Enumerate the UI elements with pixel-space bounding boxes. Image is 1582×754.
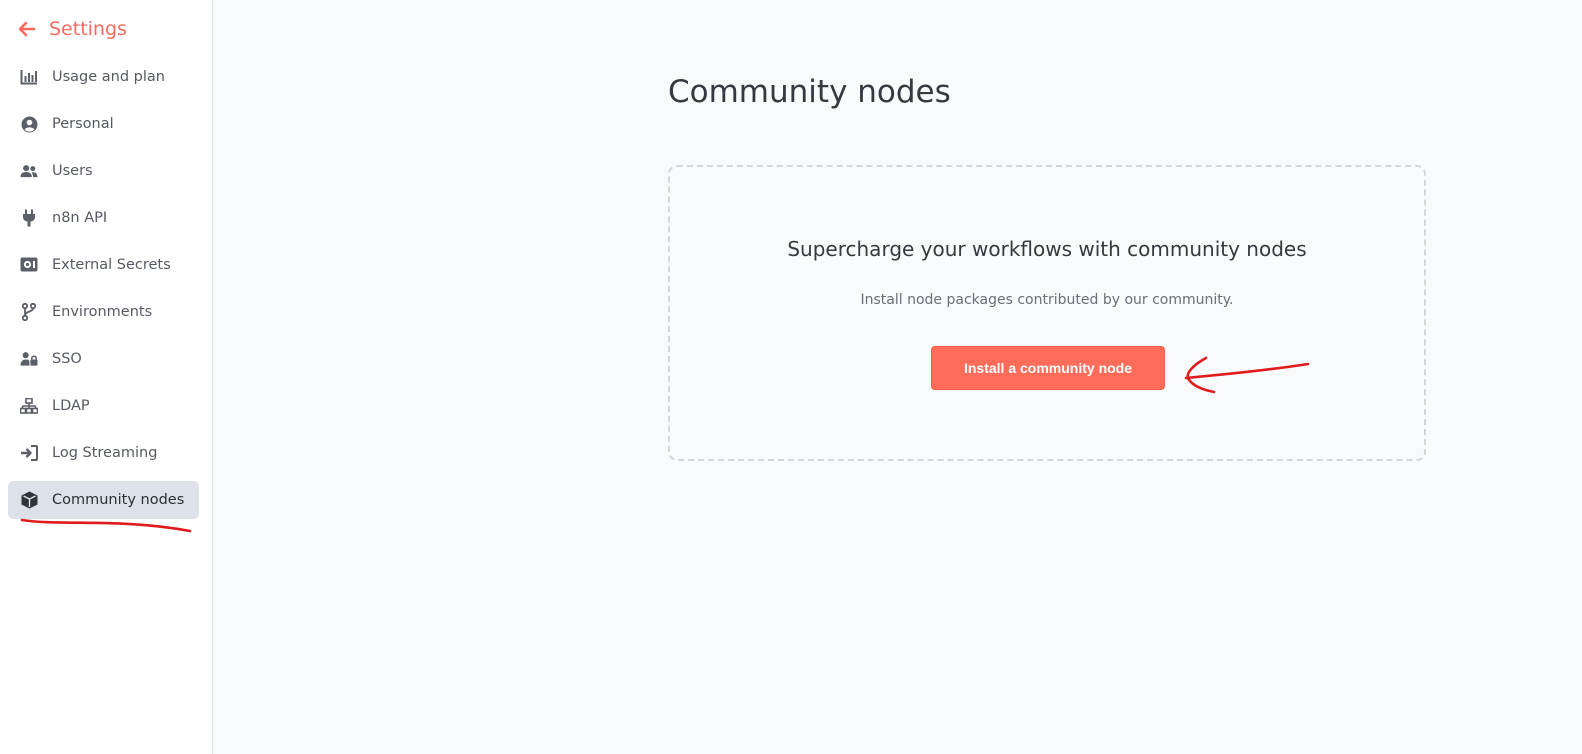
sidebar-item-label: Personal — [52, 116, 114, 132]
back-to-settings-link[interactable]: Settings — [18, 13, 127, 45]
sidebar-item-external-secrets[interactable]: External Secrets — [8, 246, 199, 284]
sidebar-item-n8n-api[interactable]: n8n API — [8, 199, 199, 237]
vault-icon — [20, 256, 38, 274]
arrow-left-icon — [18, 21, 36, 37]
sidebar-item-community-nodes[interactable]: Community nodes — [8, 481, 199, 519]
cube-icon — [20, 491, 38, 509]
settings-title: Settings — [49, 18, 127, 40]
sidebar-item-label: Environments — [52, 304, 153, 320]
user-lock-icon — [20, 350, 38, 368]
sidebar-item-ldap[interactable]: LDAP — [8, 387, 199, 425]
empty-state-description: Install node packages contributed by our… — [860, 292, 1234, 308]
sidebar-item-label: LDAP — [52, 398, 90, 414]
sidebar-item-personal[interactable]: Personal — [8, 105, 199, 143]
page-title: Community nodes — [668, 74, 951, 110]
sidebar-item-environments[interactable]: Environments — [8, 293, 199, 331]
sidebar-item-label: Usage and plan — [52, 69, 165, 85]
plug-icon — [20, 209, 38, 227]
sidebar-item-label: Log Streaming — [52, 445, 158, 461]
sidebar-item-label: Community nodes — [52, 492, 185, 508]
sidebar-item-label: External Secrets — [52, 257, 171, 273]
sidebar-item-label: n8n API — [52, 210, 108, 226]
install-community-node-button[interactable]: Install a community node — [931, 346, 1165, 390]
settings-page: Settings Usage and plan Personal Users n… — [0, 0, 1582, 754]
empty-state-heading: Supercharge your workflows with communit… — [787, 237, 1307, 261]
sign-in-icon — [20, 444, 38, 462]
chart-bar-icon — [20, 68, 38, 86]
code-branch-icon — [20, 303, 38, 321]
community-nodes-empty-state: Supercharge your workflows with communit… — [668, 165, 1426, 461]
sidebar-item-log-streaming[interactable]: Log Streaming — [8, 434, 199, 472]
sidebar-item-users[interactable]: Users — [8, 152, 199, 190]
sidebar-item-label: Users — [52, 163, 93, 179]
settings-sidebar: Settings Usage and plan Personal Users n… — [0, 0, 213, 754]
sidebar-item-usage-and-plan[interactable]: Usage and plan — [8, 58, 199, 96]
user-circle-icon — [20, 115, 38, 133]
network-icon — [20, 397, 38, 415]
users-icon — [20, 162, 38, 180]
sidebar-item-sso[interactable]: SSO — [8, 340, 199, 378]
sidebar-item-label: SSO — [52, 351, 82, 367]
